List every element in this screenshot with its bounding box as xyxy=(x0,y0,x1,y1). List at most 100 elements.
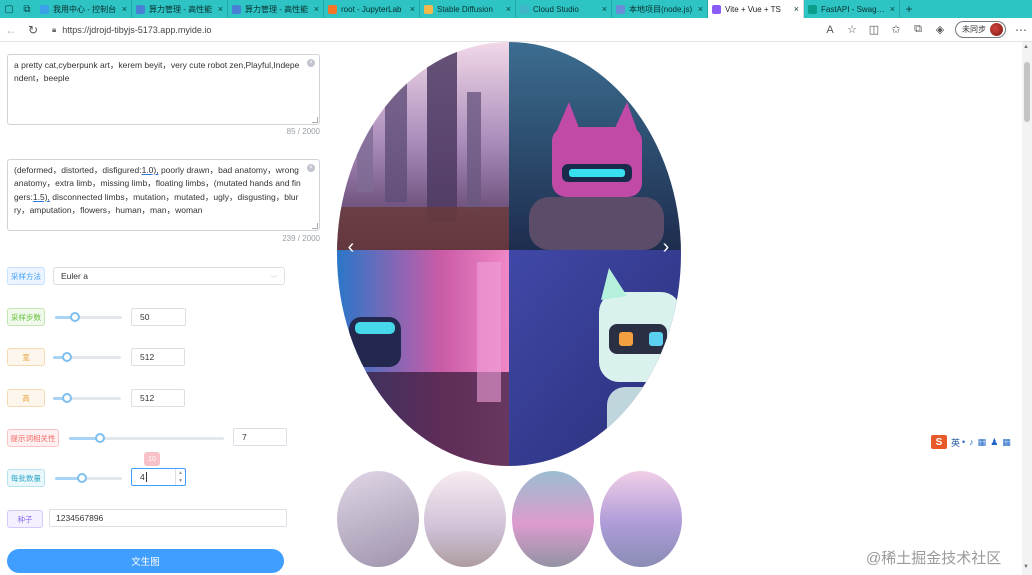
height-input[interactable]: 512 xyxy=(131,389,185,407)
thumbnail-3[interactable] xyxy=(512,471,594,567)
reload-icon[interactable]: ↻ xyxy=(22,19,44,41)
punctuation-icon[interactable]: • xyxy=(962,437,965,447)
slider-handle[interactable] xyxy=(61,393,72,403)
stepper-down-icon[interactable]: ▼ xyxy=(178,478,183,484)
tab-close-icon[interactable]: × xyxy=(314,4,319,14)
more-menu-icon[interactable]: ⋯ xyxy=(1010,23,1032,37)
tab-label: 算力管理 - 高性能 xyxy=(149,4,213,14)
url-text: https://jdrojd-tibyjs-5173.app.myide.io xyxy=(62,24,212,35)
thumbnail-2[interactable] xyxy=(424,471,506,567)
browser-tab[interactable]: Vite + Vue + TS × xyxy=(708,0,804,18)
scroll-down-icon[interactable]: ▼ xyxy=(1023,564,1029,570)
url-field[interactable]: 🔒︎ https://jdrojd-tibyjs-5173.app.myide.… xyxy=(52,21,819,39)
carousel-image xyxy=(337,42,681,466)
tab-close-icon[interactable]: × xyxy=(506,4,511,14)
tab-close-icon[interactable]: × xyxy=(698,4,703,14)
ime-lang[interactable]: 英 xyxy=(951,436,960,449)
collections-icon[interactable]: ⧉ xyxy=(907,19,929,41)
browser-tab[interactable]: Cloud Studio × xyxy=(516,0,612,18)
keyboard-icon[interactable]: ▦ xyxy=(978,437,987,448)
profile-label: 未同步 xyxy=(962,25,986,34)
tab-close-icon[interactable]: × xyxy=(890,4,895,14)
tab-close-icon[interactable]: × xyxy=(122,4,127,14)
browser-tab[interactable]: 算力管理 - 高性能 × xyxy=(228,0,324,18)
resize-handle-icon[interactable] xyxy=(312,223,318,229)
favorites-icon[interactable]: ✩ xyxy=(885,19,907,41)
clear-negative-icon[interactable]: × xyxy=(307,164,315,172)
back-icon[interactable]: ← xyxy=(0,19,22,41)
negative-text-4: 1.5), xyxy=(32,191,50,202)
window-menu-icon[interactable]: ▢ xyxy=(0,0,18,18)
prompt-textarea[interactable]: a pretty cat,cyberpunk art，kerem beyit，v… xyxy=(7,54,320,125)
generated-image-grid xyxy=(337,42,681,466)
favorite-star-icon[interactable]: ☆ xyxy=(841,19,863,41)
prompt-char-count: 85 / 2000 xyxy=(286,127,320,136)
cfg-slider[interactable] xyxy=(69,432,224,444)
text-to-image-button[interactable]: 文生图 xyxy=(7,549,284,573)
prompt-text: a pretty cat,cyberpunk art，kerem beyit，v… xyxy=(14,60,300,84)
browser-tab[interactable]: 算力管理 - 高性能 × xyxy=(132,0,228,18)
new-tab-button[interactable]: + xyxy=(900,0,918,18)
tab-favicon-icon xyxy=(520,4,529,14)
sampler-tag: 采样方法 xyxy=(7,267,45,285)
tab-favicon-icon xyxy=(808,4,817,14)
negative-char-count: 239 / 2000 xyxy=(282,234,320,243)
carousel-prev-arrow-icon[interactable]: ‹ xyxy=(340,236,362,258)
browser-tab[interactable]: root - JupyterLab × xyxy=(324,0,420,18)
tab-close-icon[interactable]: × xyxy=(410,4,415,14)
chevron-down-icon: ⌵ xyxy=(270,271,277,280)
image-carousel[interactable]: ‹ › xyxy=(337,42,681,466)
tab-close-icon[interactable]: × xyxy=(602,4,607,14)
tab-label: root - JupyterLab xyxy=(341,4,402,14)
browser-tab[interactable]: 本地项目(node.js) × xyxy=(612,0,708,18)
scroll-up-icon[interactable]: ▲ xyxy=(1023,44,1029,50)
slider-handle[interactable] xyxy=(61,352,72,362)
slider-handle[interactable] xyxy=(95,433,105,443)
tab-label: 我用中心 - 控制台 xyxy=(53,4,117,14)
negative-text-2: 1.0), xyxy=(141,165,159,175)
tab-label: 本地项目(node.js) xyxy=(629,4,693,14)
cfg-input[interactable]: 7 xyxy=(233,428,287,446)
browser-tab[interactable]: FastAPI - Swagger × xyxy=(804,0,900,18)
seed-input[interactable]: 1234567896 xyxy=(49,509,287,527)
number-stepper[interactable]: ▲ ▼ xyxy=(175,469,185,485)
browser-tab[interactable]: 我用中心 - 控制台 × xyxy=(36,0,132,18)
scrollbar-thumb[interactable] xyxy=(1024,62,1030,122)
width-slider[interactable] xyxy=(53,351,121,363)
thumbnail-1[interactable] xyxy=(337,471,419,567)
read-aloud-icon[interactable]: A xyxy=(819,19,841,41)
profile-button[interactable]: 未同步 xyxy=(955,21,1006,38)
height-slider[interactable] xyxy=(53,392,121,404)
extensions-icon[interactable]: ◈ xyxy=(929,19,951,41)
slider-handle[interactable] xyxy=(76,473,87,483)
cfg-tag: 提示词相关性 xyxy=(7,429,59,447)
resize-handle-icon[interactable] xyxy=(312,117,318,123)
split-screen-icon[interactable]: ◫ xyxy=(863,19,885,41)
tab-actions-icon[interactable]: ⧉ xyxy=(18,0,36,18)
page-scrollbar[interactable]: ▲ ▼ xyxy=(1022,42,1032,575)
carousel-next-arrow-icon[interactable]: › xyxy=(655,236,677,258)
negative-text-5: disconnected limbs，mutation，mutated，ugly… xyxy=(14,191,299,216)
slider-handle[interactable] xyxy=(70,312,81,322)
tab-close-icon[interactable]: × xyxy=(218,4,223,14)
tab-list: 我用中心 - 控制台 × 算力管理 - 高性能 × 算力管理 - 高性能 × root - … xyxy=(36,0,900,18)
sampler-select[interactable]: Euler a ⌵ xyxy=(53,267,285,285)
ime-toolbar[interactable]: S 英 • ♪ ▦ ♟ ▦ xyxy=(929,432,1015,452)
negative-prompt-textarea[interactable]: (deformed，distorted，disfigured:1.0), poo… xyxy=(7,159,320,231)
batch-slider[interactable] xyxy=(55,472,122,484)
tab-favicon-icon xyxy=(40,4,49,14)
microphone-icon[interactable]: ♪ xyxy=(969,437,974,447)
browser-tab[interactable]: Stable Diffusion × xyxy=(420,0,516,18)
tab-close-icon[interactable]: × xyxy=(794,4,799,14)
thumbnail-4[interactable] xyxy=(600,471,682,567)
stepper-up-icon[interactable]: ▲ xyxy=(178,470,183,476)
width-tag: 宽 xyxy=(7,348,45,366)
width-input[interactable]: 512 xyxy=(131,348,185,366)
steps-input[interactable]: 50 xyxy=(131,308,186,326)
avatar xyxy=(990,23,1003,36)
skin-icon[interactable]: ♟ xyxy=(990,437,998,448)
grid-icon[interactable]: ▦ xyxy=(1002,437,1011,448)
clear-prompt-icon[interactable]: × xyxy=(307,59,315,67)
batch-input[interactable]: 4 ▲ ▼ xyxy=(131,468,186,486)
steps-slider[interactable] xyxy=(55,311,122,323)
